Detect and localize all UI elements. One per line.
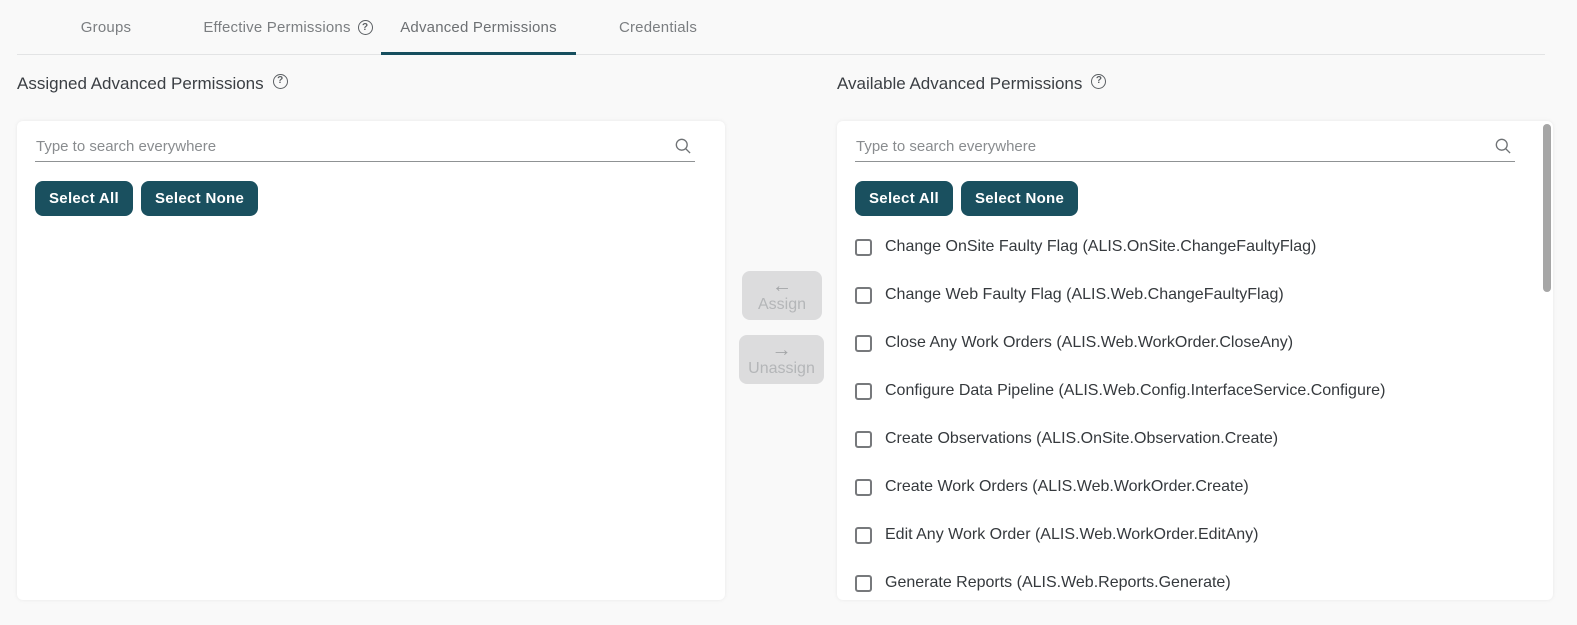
permission-row[interactable]: Edit Any Work Order (ALIS.Web.WorkOrder.… xyxy=(837,511,1553,559)
unassign-button[interactable]: → Unassign xyxy=(739,335,824,384)
permission-row[interactable]: Change OnSite Faulty Flag (ALIS.OnSite.C… xyxy=(837,223,1553,271)
tab-groups[interactable]: Groups xyxy=(17,0,195,55)
assign-button-label: Assign xyxy=(758,296,806,314)
tab-groups-label: Groups xyxy=(81,19,131,36)
question-circle-icon[interactable]: ? xyxy=(358,20,373,35)
permission-label: Change OnSite Faulty Flag (ALIS.OnSite.C… xyxy=(885,238,1316,256)
permission-label: Create Work Orders (ALIS.Web.WorkOrder.C… xyxy=(885,478,1249,496)
arrow-right-icon: → xyxy=(772,341,792,359)
available-panel-header: Available Advanced Permissions ? xyxy=(837,72,1106,96)
permission-checkbox[interactable] xyxy=(855,431,872,448)
unassign-button-label: Unassign xyxy=(748,360,815,378)
tab-effective-permissions[interactable]: Effective Permissions ? xyxy=(195,0,381,55)
permission-checkbox[interactable] xyxy=(855,527,872,544)
search-icon xyxy=(673,136,693,156)
permission-label: Generate Reports (ALIS.Web.Reports.Gener… xyxy=(885,574,1231,592)
assigned-panel-title: Assigned Advanced Permissions xyxy=(17,74,264,94)
permission-label: Create Observations (ALIS.OnSite.Observa… xyxy=(885,430,1278,448)
available-panel-title: Available Advanced Permissions xyxy=(837,74,1082,94)
permission-label: Close Any Work Orders (ALIS.Web.WorkOrde… xyxy=(885,334,1293,352)
permission-checkbox[interactable] xyxy=(855,383,872,400)
tab-bar: Groups Effective Permissions ? Advanced … xyxy=(17,0,1545,55)
available-select-all-button[interactable]: Select All xyxy=(855,181,953,216)
assigned-panel-header: Assigned Advanced Permissions ? xyxy=(17,72,288,96)
permission-label: Configure Data Pipeline (ALIS.Web.Config… xyxy=(885,382,1385,400)
permission-row[interactable]: Configure Data Pipeline (ALIS.Web.Config… xyxy=(837,367,1553,415)
question-circle-icon[interactable]: ? xyxy=(1091,74,1106,89)
tab-effective-permissions-label: Effective Permissions xyxy=(203,19,350,36)
question-circle-icon[interactable]: ? xyxy=(273,74,288,89)
available-search-input[interactable] xyxy=(855,131,1515,161)
permission-row[interactable]: Create Observations (ALIS.OnSite.Observa… xyxy=(837,415,1553,463)
tab-credentials[interactable]: Credentials xyxy=(576,0,740,55)
permission-checkbox[interactable] xyxy=(855,575,872,592)
available-select-buttons: Select All Select None xyxy=(855,181,1553,216)
assigned-select-all-button[interactable]: Select All xyxy=(35,181,133,216)
tab-advanced-permissions-label: Advanced Permissions xyxy=(400,19,557,36)
permission-checkbox[interactable] xyxy=(855,239,872,256)
available-permissions-panel: Select All Select None Change OnSite Fau… xyxy=(837,121,1553,600)
available-select-none-button[interactable]: Select None xyxy=(961,181,1078,216)
available-list-scrollbar[interactable] xyxy=(1543,124,1551,292)
assigned-select-buttons: Select All Select None xyxy=(35,181,725,216)
search-icon xyxy=(1493,136,1513,156)
permission-row[interactable]: Generate Reports (ALIS.Web.Reports.Gener… xyxy=(837,559,1553,600)
permission-checkbox[interactable] xyxy=(855,287,872,304)
permission-checkbox[interactable] xyxy=(855,479,872,496)
permission-row[interactable]: Create Work Orders (ALIS.Web.WorkOrder.C… xyxy=(837,463,1553,511)
permission-checkbox[interactable] xyxy=(855,335,872,352)
assigned-select-none-button[interactable]: Select None xyxy=(141,181,258,216)
assigned-search-input[interactable] xyxy=(35,131,695,161)
permission-row[interactable]: Change Web Faulty Flag (ALIS.Web.ChangeF… xyxy=(837,271,1553,319)
assigned-search-row xyxy=(35,131,695,162)
permission-label: Edit Any Work Order (ALIS.Web.WorkOrder.… xyxy=(885,526,1258,544)
arrow-left-icon: ← xyxy=(772,277,792,295)
permission-label: Change Web Faulty Flag (ALIS.Web.ChangeF… xyxy=(885,286,1284,304)
permission-row[interactable]: Close Any Work Orders (ALIS.Web.WorkOrde… xyxy=(837,319,1553,367)
available-permission-list: Change OnSite Faulty Flag (ALIS.OnSite.C… xyxy=(837,223,1553,600)
tab-advanced-permissions[interactable]: Advanced Permissions xyxy=(381,0,576,55)
assigned-permissions-panel: Select All Select None xyxy=(17,121,725,600)
assign-button[interactable]: ← Assign xyxy=(742,271,822,320)
tab-credentials-label: Credentials xyxy=(619,19,697,36)
available-search-row xyxy=(855,131,1515,162)
